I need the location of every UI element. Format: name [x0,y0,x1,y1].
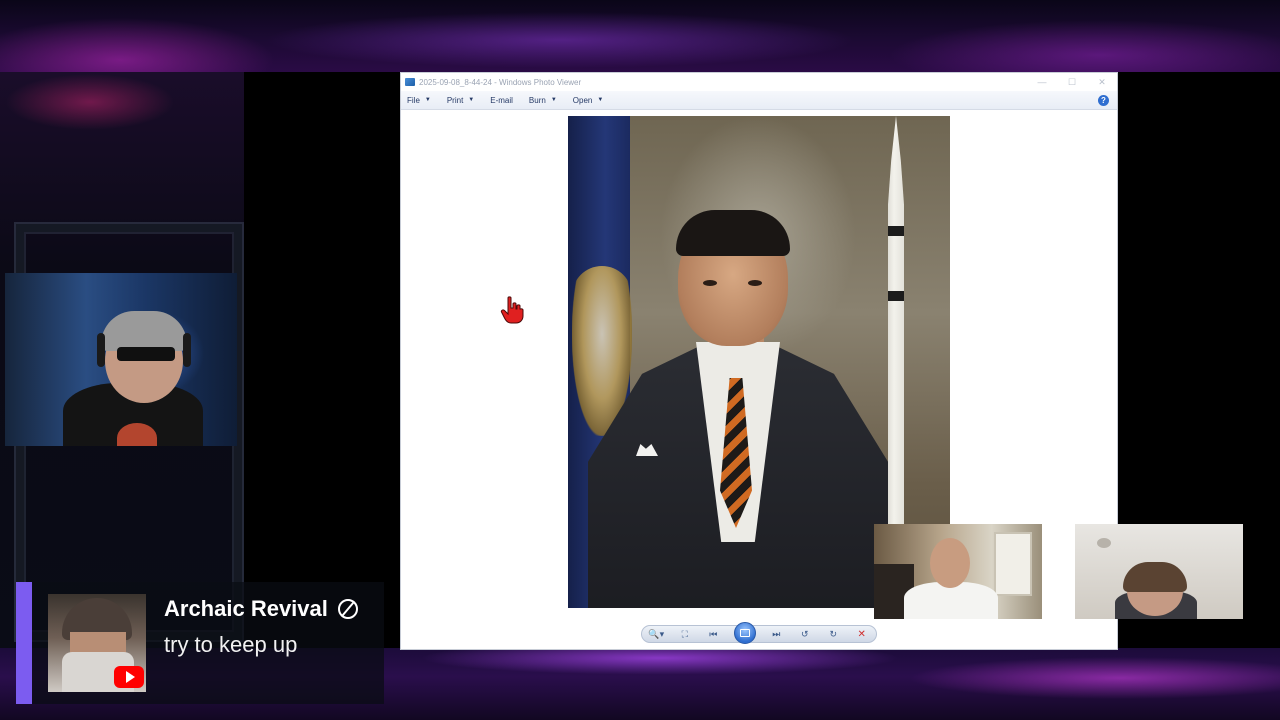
zoom-icon[interactable]: 🔍▾ [648,629,664,640]
guest1-face [930,538,970,588]
help-icon[interactable]: ? [1098,94,1109,106]
chevron-down-icon: ▼ [468,97,475,103]
photo-viewer-app-icon [405,78,415,86]
menu-email[interactable]: E-mail [490,96,513,105]
chevron-down-icon: ▼ [424,97,431,103]
avatar [48,594,146,692]
guest2-hair [1123,562,1187,592]
fit-window-icon[interactable]: ⛶ [677,629,693,640]
maximize-button[interactable]: ☐ [1057,77,1087,88]
headphones-icon-right [183,333,191,367]
viewer-toolbar: 🔍▾ ⛶ ⏮ ⏭ ↺ ↻ ✕ [641,622,877,644]
youtube-icon [114,666,144,688]
chat-author: Archaic Revival [164,596,358,622]
portrait-hair [676,210,790,256]
menu-print[interactable]: Print ▼ [447,96,474,105]
minimize-button[interactable]: — [1027,77,1057,88]
close-button[interactable]: ✕ [1087,77,1117,88]
guest-webcam-1 [874,524,1042,619]
hand-cursor-icon [500,296,524,324]
menu-file[interactable]: File ▼ [407,96,431,105]
host-shirt-graphic [117,423,157,446]
window-title: 2025-09-08_8-44-24 - Windows Photo Viewe… [419,77,582,87]
ceiling-light [1097,538,1111,548]
chat-text: Archaic Revival try to keep up [164,596,358,704]
portrait-eye-right [748,280,762,286]
portrait-eye-left [703,280,717,286]
sunglasses-icon [117,347,175,361]
rocket-band [888,226,904,236]
chat-message-overlay: Archaic Revival try to keep up [16,582,384,704]
rocket-band [888,291,904,301]
chevron-down-icon: ▼ [550,97,557,103]
headphones-icon [97,333,105,367]
delete-icon[interactable]: ✕ [854,629,870,640]
slideshow-icon[interactable] [733,622,756,644]
chat-message: try to keep up [164,632,298,657]
chat-accent-bar [16,582,32,704]
host-webcam [5,273,237,446]
rotate-left-icon[interactable]: ↺ [797,629,813,640]
next-icon[interactable]: ⏭ [768,629,784,640]
menu-open[interactable]: Open ▼ [573,96,604,105]
menu-bar: File ▼ Print ▼ E-mail Burn ▼ Open ▼ ? [401,91,1117,110]
menu-burn[interactable]: Burn ▼ [529,96,557,105]
window-background [994,532,1032,596]
previous-icon[interactable]: ⏮ [705,629,721,640]
stage-background-top [0,0,1280,72]
window-controls: — ☐ ✕ [1027,77,1117,88]
guest-webcam-2 [1075,524,1243,619]
screen-share-margin-left [244,72,400,652]
host-hair [101,311,187,351]
title-bar[interactable]: 2025-09-08_8-44-24 - Windows Photo Viewe… [401,73,1117,91]
chevron-down-icon: ▼ [597,97,604,103]
moderator-icon [337,599,358,619]
rotate-right-icon[interactable]: ↻ [825,629,841,640]
